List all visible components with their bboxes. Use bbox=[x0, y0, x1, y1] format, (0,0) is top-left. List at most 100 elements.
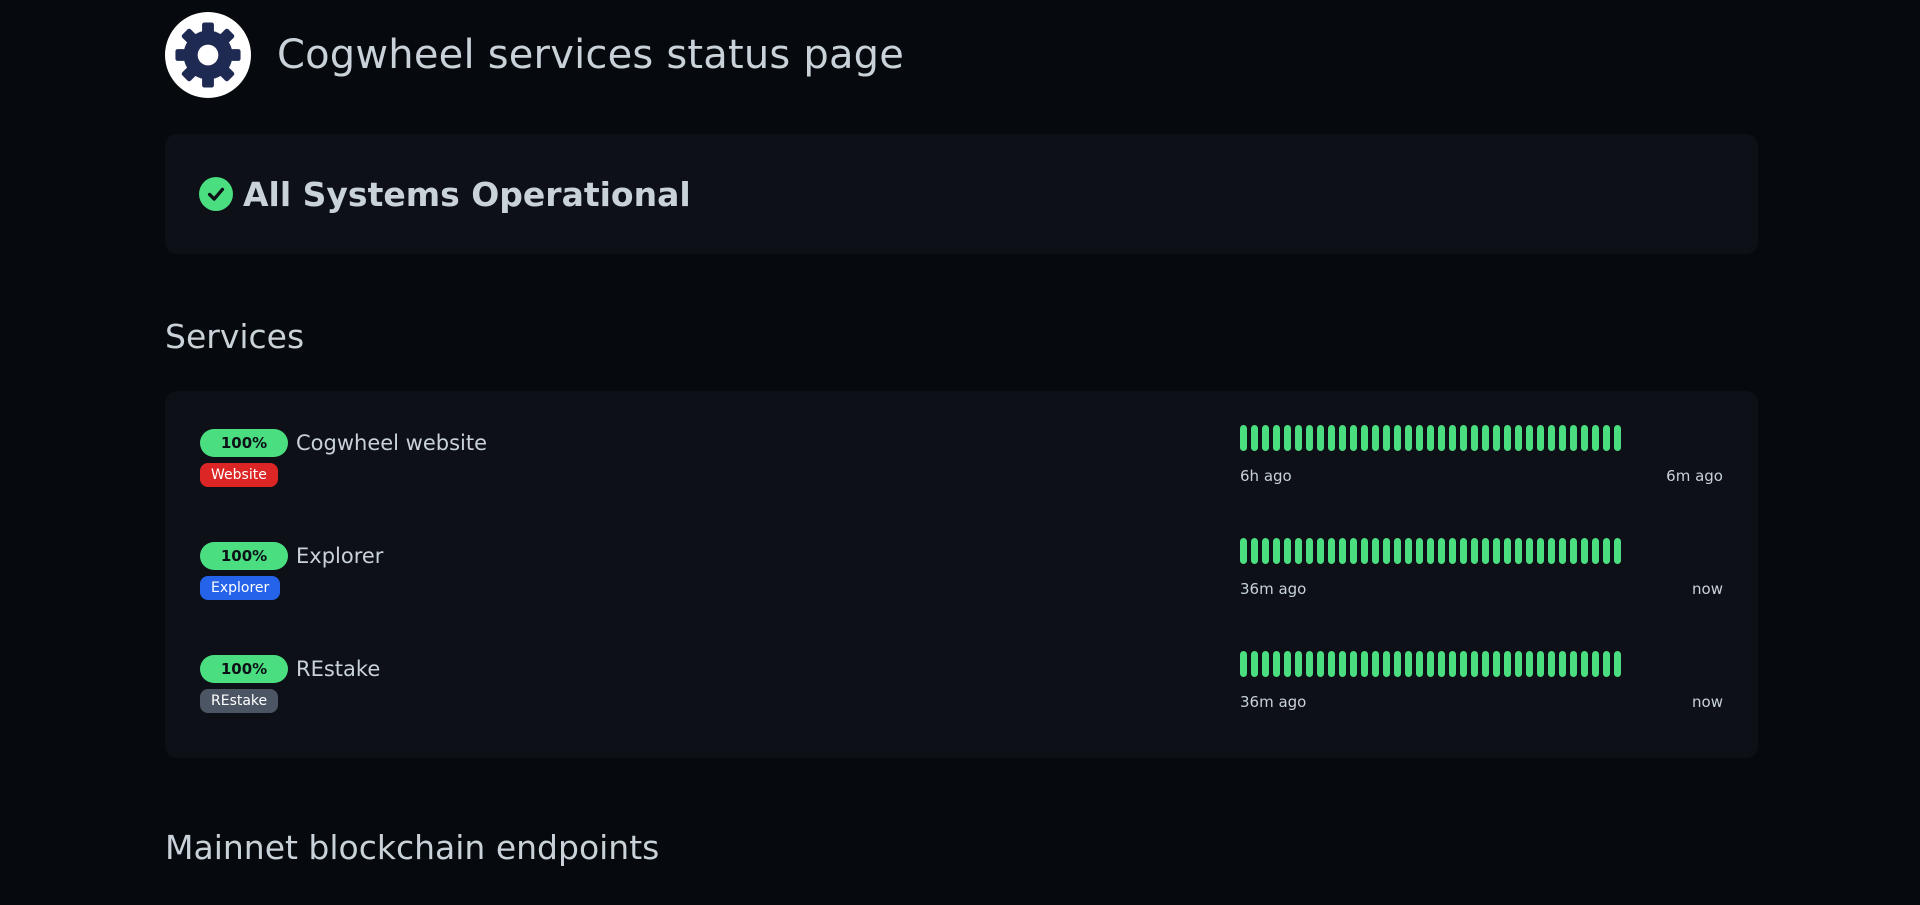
uptime-bar[interactable] bbox=[1251, 538, 1258, 564]
uptime-bar[interactable] bbox=[1559, 425, 1566, 451]
uptime-bar[interactable] bbox=[1372, 425, 1379, 451]
uptime-bar[interactable] bbox=[1471, 425, 1478, 451]
uptime-bar[interactable] bbox=[1515, 651, 1522, 677]
uptime-bar[interactable] bbox=[1350, 651, 1357, 677]
uptime-bar[interactable] bbox=[1515, 425, 1522, 451]
uptime-bar[interactable] bbox=[1350, 425, 1357, 451]
uptime-bar[interactable] bbox=[1449, 425, 1456, 451]
uptime-bar[interactable] bbox=[1515, 538, 1522, 564]
uptime-bar[interactable] bbox=[1405, 651, 1412, 677]
uptime-bar[interactable] bbox=[1581, 425, 1588, 451]
uptime-bar[interactable] bbox=[1482, 651, 1489, 677]
uptime-bar[interactable] bbox=[1328, 538, 1335, 564]
uptime-bar[interactable] bbox=[1416, 425, 1423, 451]
uptime-bar[interactable] bbox=[1317, 425, 1324, 451]
uptime-bar[interactable] bbox=[1273, 425, 1280, 451]
uptime-bar[interactable] bbox=[1383, 425, 1390, 451]
uptime-bar[interactable] bbox=[1493, 425, 1500, 451]
uptime-bar[interactable] bbox=[1372, 538, 1379, 564]
uptime-bar[interactable] bbox=[1361, 425, 1368, 451]
cogwheel-icon[interactable] bbox=[165, 12, 251, 98]
uptime-bar[interactable] bbox=[1251, 651, 1258, 677]
uptime-bar[interactable] bbox=[1273, 651, 1280, 677]
uptime-bar[interactable] bbox=[1537, 538, 1544, 564]
uptime-bar[interactable] bbox=[1394, 651, 1401, 677]
uptime-bar[interactable] bbox=[1405, 425, 1412, 451]
uptime-bar[interactable] bbox=[1548, 425, 1555, 451]
uptime-bar[interactable] bbox=[1262, 538, 1269, 564]
uptime-bar[interactable] bbox=[1592, 651, 1599, 677]
uptime-bar[interactable] bbox=[1460, 538, 1467, 564]
uptime-bar[interactable] bbox=[1471, 651, 1478, 677]
uptime-bar[interactable] bbox=[1328, 425, 1335, 451]
uptime-bar[interactable] bbox=[1482, 425, 1489, 451]
uptime-bar[interactable] bbox=[1427, 651, 1434, 677]
uptime-bar[interactable] bbox=[1526, 538, 1533, 564]
uptime-bar[interactable] bbox=[1416, 538, 1423, 564]
uptime-bar[interactable] bbox=[1570, 651, 1577, 677]
uptime-bar[interactable] bbox=[1295, 651, 1302, 677]
uptime-bar[interactable] bbox=[1603, 651, 1610, 677]
uptime-bar[interactable] bbox=[1559, 651, 1566, 677]
uptime-bar[interactable] bbox=[1482, 538, 1489, 564]
uptime-bar[interactable] bbox=[1383, 538, 1390, 564]
uptime-bar[interactable] bbox=[1570, 425, 1577, 451]
service-name[interactable]: Cogwheel website bbox=[296, 429, 487, 457]
uptime-bar[interactable] bbox=[1460, 425, 1467, 451]
uptime-bar[interactable] bbox=[1438, 538, 1445, 564]
uptime-bar[interactable] bbox=[1262, 651, 1269, 677]
uptime-bar[interactable] bbox=[1240, 651, 1247, 677]
uptime-bar[interactable] bbox=[1394, 425, 1401, 451]
uptime-bar[interactable] bbox=[1449, 538, 1456, 564]
uptime-bar[interactable] bbox=[1603, 538, 1610, 564]
uptime-bar[interactable] bbox=[1361, 538, 1368, 564]
uptime-bar[interactable] bbox=[1295, 425, 1302, 451]
service-name[interactable]: REstake bbox=[296, 655, 380, 683]
uptime-bar[interactable] bbox=[1350, 538, 1357, 564]
uptime-bar[interactable] bbox=[1438, 425, 1445, 451]
uptime-bar[interactable] bbox=[1405, 538, 1412, 564]
uptime-bar[interactable] bbox=[1504, 425, 1511, 451]
uptime-bar[interactable] bbox=[1592, 538, 1599, 564]
uptime-bar[interactable] bbox=[1394, 538, 1401, 564]
uptime-bar[interactable] bbox=[1339, 538, 1346, 564]
uptime-bar[interactable] bbox=[1581, 538, 1588, 564]
uptime-bar[interactable] bbox=[1284, 538, 1291, 564]
uptime-bar[interactable] bbox=[1570, 538, 1577, 564]
uptime-bar[interactable] bbox=[1493, 538, 1500, 564]
uptime-bar[interactable] bbox=[1614, 538, 1621, 564]
uptime-bar[interactable] bbox=[1427, 425, 1434, 451]
uptime-bar[interactable] bbox=[1339, 651, 1346, 677]
uptime-bar[interactable] bbox=[1416, 651, 1423, 677]
uptime-bar[interactable] bbox=[1526, 425, 1533, 451]
uptime-bar[interactable] bbox=[1306, 651, 1313, 677]
uptime-bar[interactable] bbox=[1262, 425, 1269, 451]
uptime-bar[interactable] bbox=[1493, 651, 1500, 677]
uptime-bar[interactable] bbox=[1295, 538, 1302, 564]
uptime-bar[interactable] bbox=[1504, 651, 1511, 677]
service-tag[interactable]: Website bbox=[200, 463, 278, 487]
uptime-bar[interactable] bbox=[1537, 651, 1544, 677]
uptime-bar[interactable] bbox=[1240, 425, 1247, 451]
service-name[interactable]: Explorer bbox=[296, 542, 383, 570]
uptime-bar[interactable] bbox=[1603, 425, 1610, 451]
uptime-bar[interactable] bbox=[1383, 651, 1390, 677]
uptime-bar[interactable] bbox=[1526, 651, 1533, 677]
uptime-bar[interactable] bbox=[1559, 538, 1566, 564]
service-tag[interactable]: Explorer bbox=[200, 576, 281, 600]
uptime-bar[interactable] bbox=[1460, 651, 1467, 677]
uptime-bar[interactable] bbox=[1427, 538, 1434, 564]
uptime-bar[interactable] bbox=[1339, 425, 1346, 451]
uptime-bar[interactable] bbox=[1438, 651, 1445, 677]
uptime-bar[interactable] bbox=[1537, 425, 1544, 451]
uptime-bar[interactable] bbox=[1306, 425, 1313, 451]
uptime-bar[interactable] bbox=[1273, 538, 1280, 564]
uptime-bar[interactable] bbox=[1581, 651, 1588, 677]
uptime-bar[interactable] bbox=[1317, 538, 1324, 564]
uptime-bar[interactable] bbox=[1317, 651, 1324, 677]
uptime-bar[interactable] bbox=[1592, 425, 1599, 451]
uptime-bar[interactable] bbox=[1449, 651, 1456, 677]
service-tag[interactable]: REstake bbox=[200, 689, 279, 713]
uptime-bar[interactable] bbox=[1471, 538, 1478, 564]
uptime-bar[interactable] bbox=[1614, 651, 1621, 677]
